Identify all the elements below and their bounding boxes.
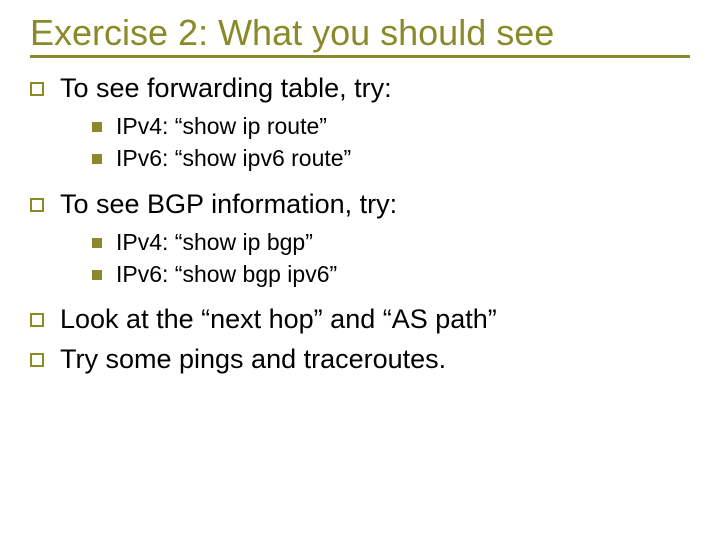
square-outline-icon [30, 82, 44, 96]
square-solid-icon [92, 154, 102, 164]
bullet-text: IPv6: “show bgp ipv6” [116, 260, 690, 290]
bullet-text: To see forwarding table, try: [60, 72, 690, 106]
bullet-level1: Look at the “next hop” and “AS path” [30, 303, 690, 337]
square-solid-icon [92, 270, 102, 280]
bullet-text: To see BGP information, try: [60, 188, 690, 222]
bullet-level2: IPv6: “show bgp ipv6” [92, 260, 690, 290]
square-outline-icon [30, 198, 44, 212]
slide-body: To see forwarding table, try: IPv4: “sho… [30, 72, 690, 377]
bullet-level2: IPv6: “show ipv6 route” [92, 144, 690, 174]
bullet-text: IPv4: “show ip bgp” [116, 228, 690, 258]
slide-title: Exercise 2: What you should see [30, 12, 690, 58]
bullet-text: Try some pings and traceroutes. [60, 343, 690, 377]
bullet-level1: To see BGP information, try: [30, 188, 690, 222]
square-outline-icon [30, 353, 44, 367]
square-solid-icon [92, 122, 102, 132]
bullet-text: Look at the “next hop” and “AS path” [60, 303, 690, 337]
bullet-level2: IPv4: “show ip route” [92, 112, 690, 142]
bullet-level1: Try some pings and traceroutes. [30, 343, 690, 377]
bullet-text: IPv6: “show ipv6 route” [116, 144, 690, 174]
square-outline-icon [30, 313, 44, 327]
square-solid-icon [92, 238, 102, 248]
bullet-level2: IPv4: “show ip bgp” [92, 228, 690, 258]
sub-bullets: IPv4: “show ip route” IPv6: “show ipv6 r… [92, 112, 690, 174]
bullet-level1: To see forwarding table, try: [30, 72, 690, 106]
sub-bullets: IPv4: “show ip bgp” IPv6: “show bgp ipv6… [92, 228, 690, 290]
bullet-text: IPv4: “show ip route” [116, 112, 690, 142]
slide: Exercise 2: What you should see To see f… [0, 0, 720, 540]
